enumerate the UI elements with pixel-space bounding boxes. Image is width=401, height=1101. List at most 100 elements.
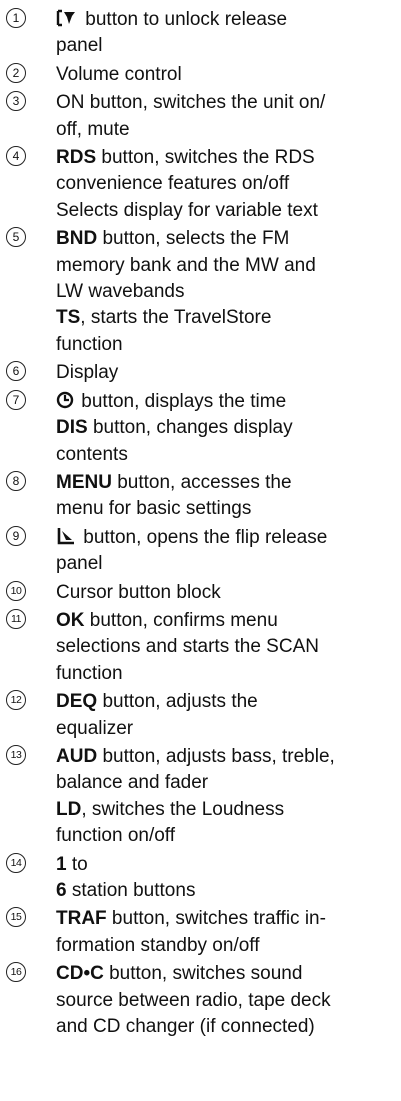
item-text-line: OK button, confirms menu: [56, 608, 401, 634]
item-number-badge: 9: [6, 525, 26, 546]
item-text: button, adjusts the: [97, 691, 258, 713]
item-number-badge: 8: [6, 470, 26, 491]
item-text: button, switches sound: [103, 963, 303, 985]
item-text: and CD changer (if connected): [56, 1016, 315, 1038]
item-number-badge: 11: [6, 608, 26, 629]
item-number-badge: 3: [6, 91, 26, 112]
item-text: station buttons: [66, 880, 196, 901]
item-text: contents: [56, 443, 128, 465]
item-text-line: MENU button, accesses the: [56, 470, 401, 496]
item-text-line: panel: [56, 33, 401, 59]
bold-keyword: 6: [56, 880, 67, 901]
item-text-line: and CD changer (if connected): [56, 1014, 401, 1040]
list-item: 10 Cursor button block: [0, 580, 401, 606]
list-item: 3 ON button, switches the unit on/off, mu…: [0, 90, 401, 143]
bold-keyword: DIS: [56, 417, 88, 439]
item-text-line: button to unlock release: [56, 7, 401, 33]
item-text: button, changes display: [87, 417, 293, 439]
item-text: selections and starts the SCAN: [56, 636, 319, 658]
list-item: 8 MENU button, accesses the menu for basic…: [0, 470, 401, 523]
item-number-badge: 2: [6, 62, 26, 83]
item-text-line: Display: [56, 360, 401, 386]
item-text-line: Cursor button block: [56, 580, 401, 606]
item-text-line: BND button, selects the FM: [56, 226, 401, 252]
item-text: function: [56, 662, 123, 684]
bold-keyword: MENU: [56, 471, 112, 493]
item-text-line: 1 to: [56, 852, 401, 878]
numbered-legend-list: 1 button to unlock release panel 2 Volume c…: [0, 0, 401, 1042]
bold-keyword: OK: [56, 609, 85, 631]
item-text-line: Selects display for variable text: [56, 198, 401, 224]
item-number-badge: 4: [6, 146, 26, 167]
item-text-line: button, displays the time: [56, 389, 401, 415]
item-number-badge: 6: [6, 361, 26, 382]
item-text: convenience features on/off: [56, 173, 290, 195]
item-text-line: LW wavebands: [56, 279, 401, 305]
list-item: 11 OK button, confirms menu selections and…: [0, 608, 401, 687]
item-text: function on/off: [56, 825, 176, 847]
bold-keyword: AUD: [56, 745, 98, 767]
item-text-line: 6 station buttons: [56, 878, 401, 904]
item-text-line: button, opens the flip release: [56, 525, 401, 551]
list-item: 15 TRAF button, switches traffic in-forma…: [0, 906, 401, 959]
item-number-badge: 14: [6, 852, 26, 873]
list-item: 13 AUD button, adjusts bass, treble, balan…: [0, 744, 401, 850]
item-text: LW wavebands: [56, 281, 185, 303]
item-text-line: TRAF button, switches traffic in-: [56, 906, 401, 932]
item-text: balance and fader: [56, 772, 209, 794]
item-text: button, displays the time: [76, 390, 287, 412]
item-number-badge: 13: [6, 744, 26, 765]
item-number-badge: 7: [6, 389, 26, 410]
item-text: Cursor button block: [56, 581, 221, 603]
clock-icon: [56, 391, 76, 412]
unlock-release-panel-icon: [56, 9, 80, 30]
list-item: 6 Display: [0, 360, 401, 386]
flip-release-panel-icon: [56, 527, 78, 548]
item-text-line: LD, switches the Loudness: [56, 797, 401, 823]
item-number-badge: 12: [6, 690, 26, 711]
item-text-line: DIS button, changes display: [56, 415, 401, 441]
bold-keyword: LD: [56, 798, 82, 820]
item-text: , switches the Loudness: [81, 798, 285, 820]
item-text: Display: [56, 362, 119, 384]
bold-keyword: BND: [56, 228, 98, 250]
bold-keyword: TS: [56, 307, 81, 329]
item-text: panel: [56, 35, 103, 57]
item-text: formation standby on/off: [56, 934, 260, 956]
item-text: button, accesses the: [111, 471, 292, 493]
item-text: Selects display for variable text: [56, 199, 318, 221]
item-number-badge: 5: [6, 227, 26, 248]
item-number-badge: 10: [6, 580, 26, 601]
item-text: button, selects the FM: [97, 228, 290, 250]
item-text: button, switches the RDS: [96, 147, 315, 169]
item-text-line: RDS button, switches the RDS: [56, 145, 401, 171]
list-item: 4 RDS button, switches the RDS convenience…: [0, 145, 401, 224]
item-text: Volume control: [56, 63, 182, 85]
item-text-line: memory bank and the MW and: [56, 253, 401, 279]
item-text: button to unlock release: [80, 9, 288, 30]
list-item: 12 DEQ button, adjusts the equalizer: [0, 689, 401, 742]
item-text: off, mute: [56, 118, 130, 140]
list-item: 14 1 to 6 station buttons: [0, 852, 401, 905]
item-text-line: off, mute: [56, 117, 401, 143]
item-number-badge: 16: [6, 962, 26, 983]
bold-keyword: RDS: [56, 147, 97, 169]
item-text: panel: [56, 553, 103, 575]
item-text: ON button, switches the unit on/: [56, 92, 326, 114]
item-number-badge: 1: [6, 8, 26, 28]
item-text: menu for basic settings: [56, 498, 252, 520]
list-item: 9 button, opens the flip release panel: [0, 525, 401, 578]
bold-keyword: CD•C: [56, 963, 104, 985]
item-text-line: Volume control: [56, 62, 401, 88]
item-text-line: panel: [56, 551, 401, 577]
item-text-line: selections and starts the SCAN: [56, 634, 401, 660]
list-item: 7 button, displays the time DIS button, c…: [0, 389, 401, 468]
bold-keyword: TRAF: [56, 908, 107, 930]
item-text-line: function: [56, 661, 401, 687]
item-text: , starts the TravelStore: [80, 307, 272, 329]
item-text: button, switches traffic in-: [106, 908, 326, 930]
item-text: button, confirms menu: [84, 609, 278, 631]
list-item: 2 Volume control: [0, 62, 401, 88]
item-number-badge: 15: [6, 907, 26, 928]
item-text: memory bank and the MW and: [56, 254, 316, 276]
